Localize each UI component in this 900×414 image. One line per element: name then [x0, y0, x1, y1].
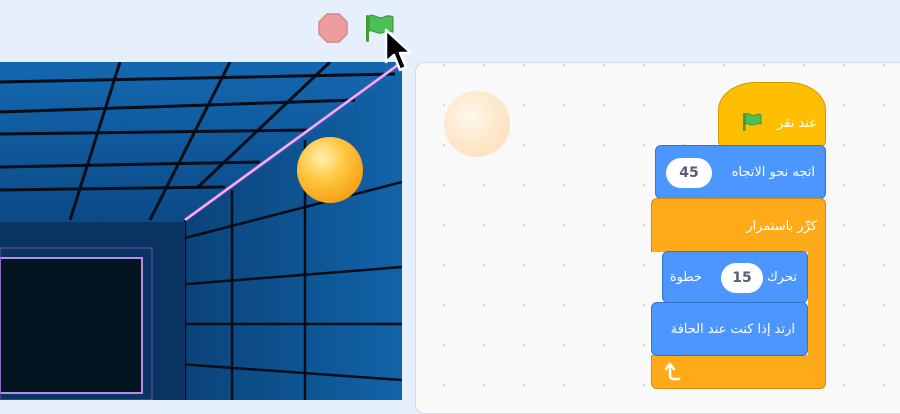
- green-flag-icon[interactable]: [362, 12, 396, 44]
- forever-block-bottom[interactable]: [651, 355, 826, 389]
- move-label: تحرك: [767, 270, 797, 285]
- bounce-on-edge-block[interactable]: ارتد إذا كنت عند الحافة: [651, 302, 808, 356]
- move-steps-block[interactable]: تحرك 15 خطوة: [662, 251, 808, 303]
- stage-canvas[interactable]: [0, 62, 402, 400]
- steps-unit-label: خطوة: [669, 270, 702, 285]
- forever-block[interactable]: كرِّر باستمرار: [651, 198, 826, 252]
- forever-block-arm: [808, 251, 826, 361]
- steps-input[interactable]: 15: [721, 263, 763, 293]
- sprite-watermark: [444, 91, 510, 157]
- direction-input[interactable]: 45: [666, 158, 712, 188]
- ball-sprite[interactable]: [297, 137, 363, 203]
- point-in-direction-block[interactable]: اتجه نحو الاتجاه 45: [655, 145, 826, 199]
- stop-icon[interactable]: [318, 13, 348, 43]
- when-flag-clicked-block[interactable]: عند نقر: [718, 82, 826, 147]
- loop-arrow-icon: [664, 362, 681, 381]
- stage-toolbar: [0, 0, 900, 60]
- green-flag-icon: [743, 113, 762, 131]
- bounce-on-edge-label: ارتد إذا كنت عند الحافة: [670, 322, 795, 337]
- when-flag-clicked-label: عند نقر: [776, 116, 817, 131]
- point-in-direction-label: اتجه نحو الاتجاه: [731, 165, 815, 180]
- forever-label: كرِّر باستمرار: [746, 219, 817, 234]
